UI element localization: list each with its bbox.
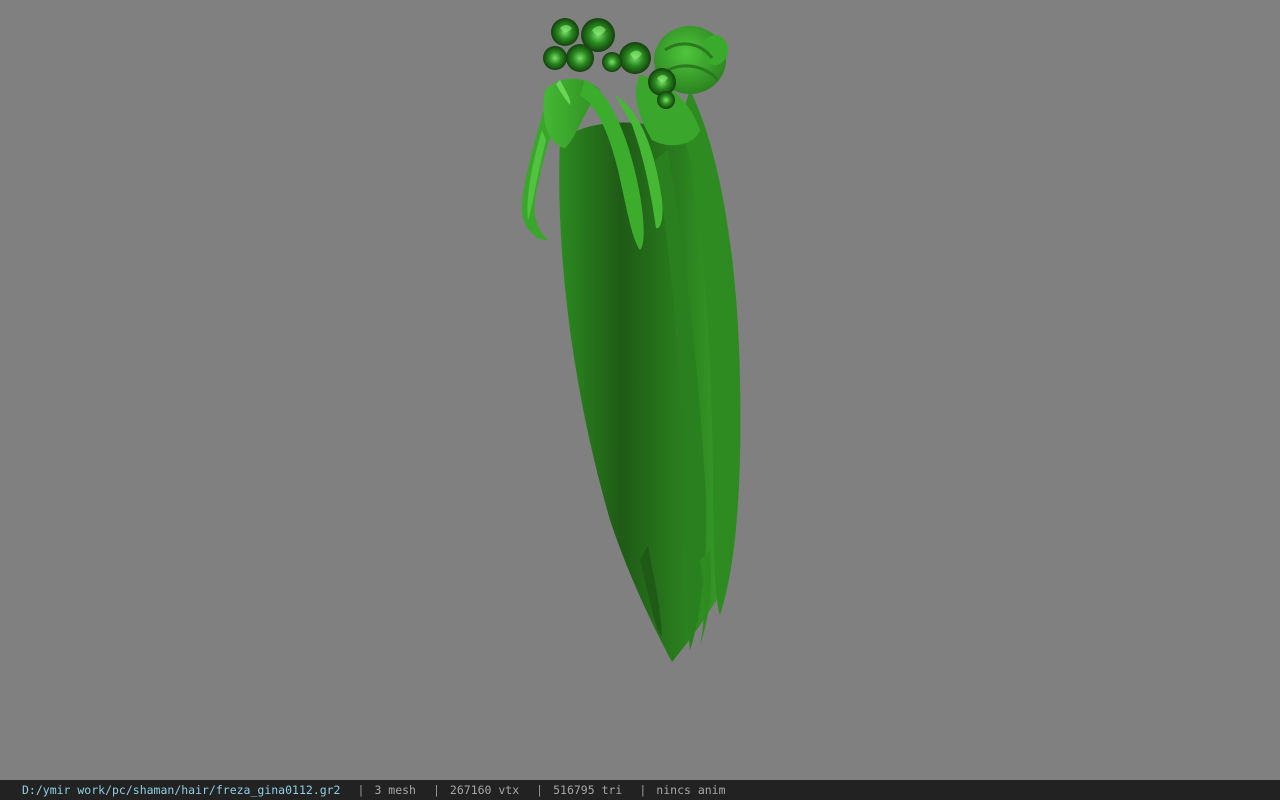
- hair-model-render: [521, 18, 741, 663]
- triangle-count-label: 516795 tri: [553, 783, 623, 797]
- status-separator: |: [639, 783, 647, 797]
- status-separator: |: [432, 783, 440, 797]
- status-separator: |: [536, 783, 544, 797]
- 3d-viewport[interactable]: [0, 0, 1280, 780]
- file-path-label: D:/ymir work/pc/shaman/hair/freza_gina01…: [22, 783, 341, 797]
- status-bar: D:/ymir work/pc/shaman/hair/freza_gina01…: [0, 780, 1280, 800]
- anim-status-label: nincs anim: [656, 783, 726, 797]
- mesh-count-label: 3 mesh: [374, 783, 416, 797]
- status-separator: |: [357, 783, 365, 797]
- vertex-count-label: 267160 vtx: [449, 783, 520, 797]
